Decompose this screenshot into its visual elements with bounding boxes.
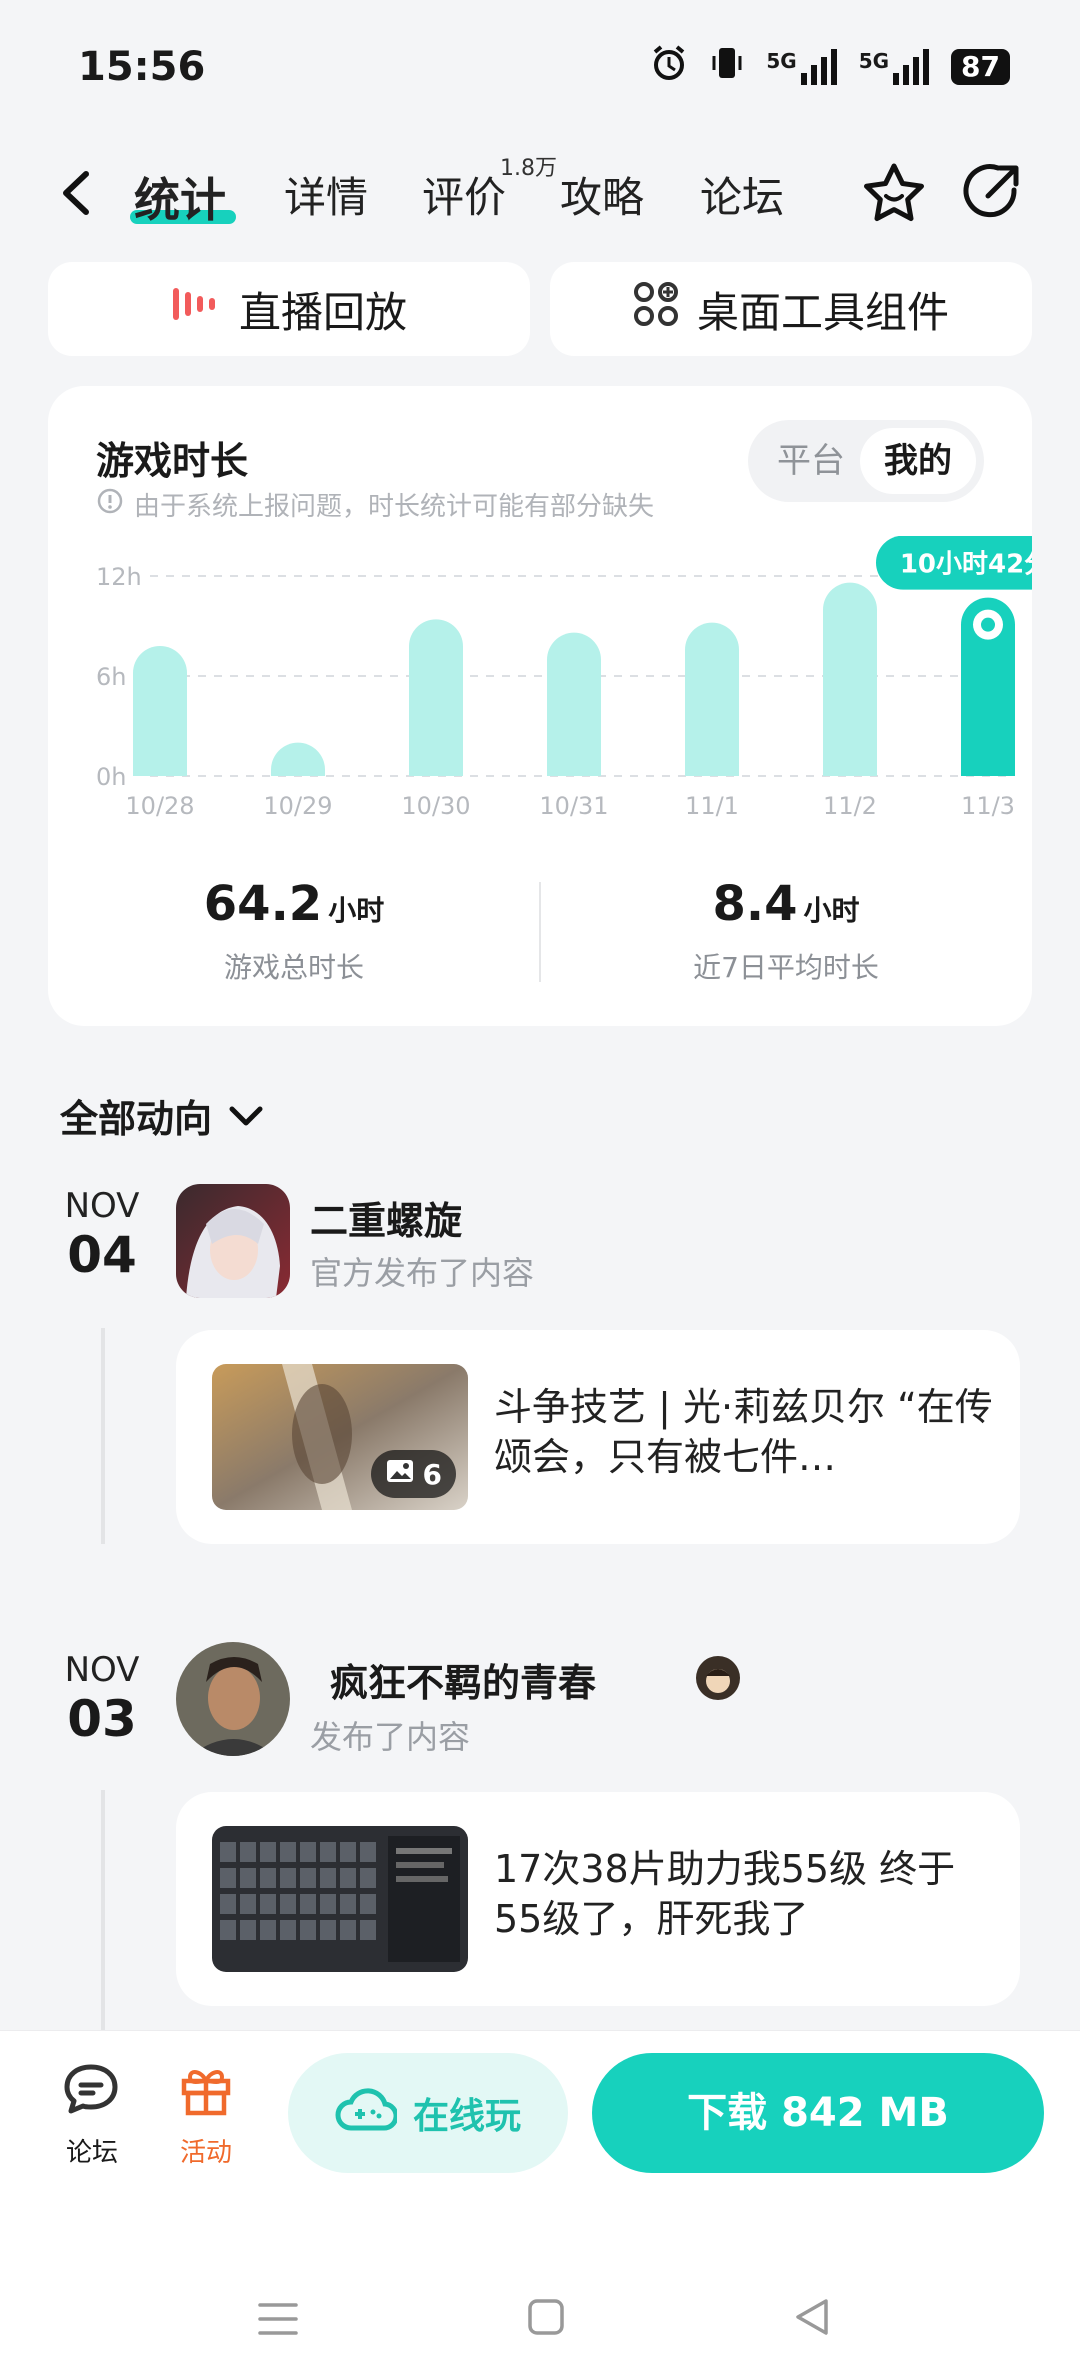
post-thumbnail — [212, 1826, 468, 1972]
y-tick-label: 12h — [96, 563, 142, 591]
tab-forum[interactable]: 论坛 — [700, 164, 784, 225]
image-count-badge: 6 — [370, 1450, 456, 1498]
post-text: 斗争技艺 | 光·莉兹贝尔 “在传颂会，只有被七件… — [494, 1385, 993, 1479]
playtime-bar-chart: 0h 6h 12h 10/28 10/29 10/30 10/31 11/1 11/2 11/3 1… — [96, 536, 1032, 820]
tab-stats[interactable]: 统计 — [134, 164, 226, 230]
y-tick-label: 6h — [96, 663, 126, 691]
timeline-line — [101, 1790, 105, 2030]
user-badge-icon — [694, 1654, 742, 1706]
toggle-platform[interactable]: 平台 — [764, 428, 858, 494]
timeline-line — [101, 1328, 105, 1544]
forum-nav-button[interactable]: 论坛 — [42, 2061, 142, 2169]
post-card[interactable]: 6 斗争技艺 | 光·莉兹贝尔 “在传颂会，只有被七件… — [176, 1330, 1020, 1544]
favorite-star-icon[interactable] — [860, 160, 928, 232]
back-triangle-icon[interactable] — [792, 2297, 832, 2341]
menu-icon[interactable] — [256, 2299, 300, 2343]
tab-reviews[interactable]: 评价 — [422, 164, 506, 225]
playtime-totals: 64.2 小时 游戏总时长 8.4 小时 近7日平均时长 — [48, 876, 1032, 996]
status-time: 15:56 — [78, 44, 206, 90]
x-tick-label: 11/1 — [685, 792, 739, 820]
signal-5g-icon-1: 5G — [766, 48, 837, 85]
alarm-icon — [650, 44, 688, 89]
post-action-text: 发布了内容 — [310, 1718, 471, 1756]
top-nav: 统计 详情 评价 1.8万 攻略 论坛 — [0, 150, 1080, 240]
chevron-down-icon — [228, 1094, 264, 1138]
average-unit: 小时 — [803, 894, 860, 927]
chat-bubble-icon — [61, 2064, 123, 2124]
post-author-name[interactable]: 疯狂不羁的青春 — [330, 1652, 596, 1707]
bar — [409, 619, 463, 776]
bottom-action-bar: 论坛 活动 在线玩 下载 842 MB — [0, 2030, 1080, 2378]
post-card[interactable]: 17次38片助力我55级 终于55级了，肝死我了 — [176, 1792, 1020, 2006]
battery-indicator: 87 — [951, 48, 1010, 85]
playtime-note: 由于系统上报问题，时长统计可能有部分缺失 — [96, 486, 654, 523]
y-tick-label: 0h — [96, 763, 126, 791]
total-label: 游戏总时长 — [223, 951, 364, 984]
feed-filter-dropdown[interactable]: 全部动向 — [60, 1088, 264, 1143]
source-toggle: 平台 我的 — [748, 420, 984, 502]
home-icon[interactable] — [526, 2297, 566, 2341]
download-button[interactable]: 下载 842 MB — [592, 2053, 1044, 2173]
total-playtime: 64.2 小时 游戏总时长 — [48, 876, 540, 986]
x-tick-label: 10/31 — [539, 792, 608, 820]
toggle-mine[interactable]: 我的 — [860, 428, 976, 494]
bar — [685, 622, 739, 776]
info-icon — [96, 487, 124, 522]
user-avatar[interactable] — [176, 1642, 290, 1756]
total-value: 64.2 — [203, 876, 323, 932]
post-text: 17次38片助力我55级 终于55级了，肝死我了 — [494, 1847, 956, 1941]
play-online-button[interactable]: 在线玩 — [288, 2053, 568, 2173]
total-unit: 小时 — [328, 894, 385, 927]
bar — [547, 632, 601, 776]
quick-buttons: 直播回放 桌面工具组件 — [48, 262, 1032, 356]
cloud-gamepad-icon — [335, 2086, 399, 2141]
x-tick-label: 11/3 — [961, 792, 1015, 820]
review-count-badge: 1.8万 — [500, 156, 557, 181]
highlight-marker-dot — [981, 617, 995, 632]
x-tick-label: 10/28 — [125, 792, 194, 820]
gift-icon — [178, 2070, 234, 2124]
feed-filter-label: 全部动向 — [60, 1097, 213, 1141]
playtime-card: 游戏时长 由于系统上报问题，时长统计可能有部分缺失 平台 我的 0h 6h 12h 1… — [48, 386, 1032, 1026]
x-tick-label: 11/2 — [823, 792, 877, 820]
activity-nav-button[interactable]: 活动 — [156, 2061, 256, 2169]
post-thumbnail: 6 — [212, 1364, 468, 1510]
tab-details[interactable]: 详情 — [284, 164, 368, 225]
live-replay-label: 直播回放 — [238, 287, 407, 337]
bar — [823, 582, 877, 776]
live-bars-icon — [171, 284, 221, 334]
post-date: NOV 04 — [64, 1186, 140, 1284]
bar — [271, 742, 325, 776]
activity-nav-label: 活动 — [179, 2138, 232, 2168]
play-online-label: 在线玩 — [412, 2096, 521, 2137]
average-label: 近7日平均时长 — [693, 951, 879, 984]
post-date: NOV 03 — [64, 1650, 140, 1748]
forum-nav-label: 论坛 — [65, 2138, 118, 2168]
bar — [133, 646, 187, 776]
share-icon[interactable] — [958, 160, 1026, 232]
status-bar: 15:56 5G 5G 87 — [0, 0, 1080, 130]
widgets-grid-icon — [633, 281, 679, 337]
tab-guides[interactable]: 攻略 — [560, 164, 644, 225]
x-tick-label: 10/30 — [401, 792, 470, 820]
system-nav-bar — [0, 2291, 1080, 2351]
desktop-widgets-label: 桌面工具组件 — [696, 287, 949, 337]
desktop-widgets-button[interactable]: 桌面工具组件 — [550, 262, 1032, 356]
back-arrow-icon[interactable] — [56, 168, 96, 222]
playtime-title: 游戏时长 — [96, 439, 249, 483]
highlight-tooltip-label: 10小时42分钟 — [900, 549, 1032, 580]
vibrate-icon — [710, 44, 744, 89]
post-action-text: 官方发布了内容 — [310, 1254, 535, 1292]
x-tick-label: 10/29 — [263, 792, 332, 820]
average-value: 8.4 — [712, 876, 798, 932]
signal-5g-icon-2: 5G — [859, 48, 930, 85]
live-replay-button[interactable]: 直播回放 — [48, 262, 530, 356]
game-avatar[interactable] — [176, 1184, 290, 1298]
average-playtime: 8.4 小时 近7日平均时长 — [540, 876, 1032, 986]
post-author-name[interactable]: 二重螺旋 — [310, 1190, 462, 1245]
image-icon — [385, 1458, 415, 1491]
